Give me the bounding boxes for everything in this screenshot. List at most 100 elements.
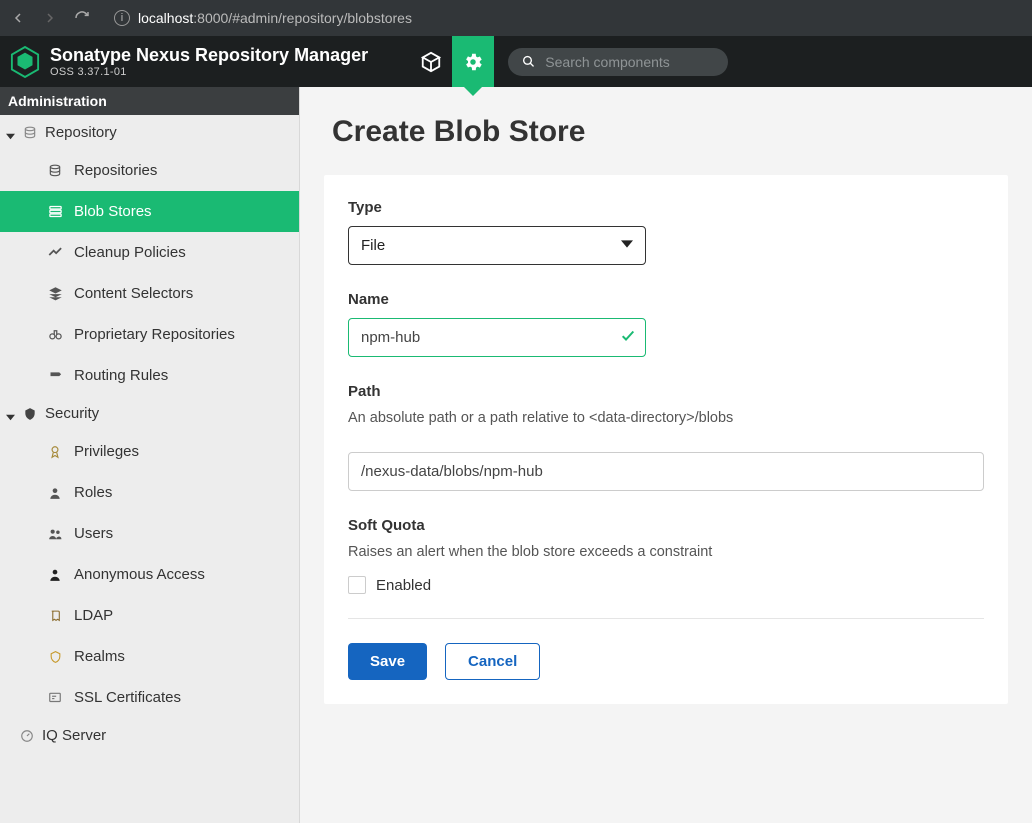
- search-box[interactable]: [508, 48, 728, 76]
- sidebar-item-label: Cleanup Policies: [74, 244, 186, 261]
- server-icon: [46, 204, 64, 219]
- sidebar-item-label: Realms: [74, 648, 125, 665]
- search-input[interactable]: [545, 54, 714, 70]
- search-icon: [522, 54, 535, 69]
- app-version: OSS 3.37.1-01: [50, 66, 368, 79]
- form-card: Type File Name: [324, 175, 1008, 704]
- sidebar-item-users[interactable]: Users: [0, 513, 299, 554]
- browser-reload-button[interactable]: [74, 10, 90, 26]
- field-label: Name: [348, 291, 984, 308]
- browser-nav-group: [10, 10, 90, 26]
- select-value: File: [361, 237, 385, 254]
- sidebar-item-blob-stores[interactable]: Blob Stores: [0, 191, 299, 232]
- sidebar-item-anonymous-access[interactable]: Anonymous Access: [0, 554, 299, 595]
- database-icon: [23, 126, 37, 140]
- person-icon: [46, 568, 64, 582]
- type-select[interactable]: File: [348, 226, 646, 265]
- database-icon: [46, 164, 64, 178]
- sidebar-group-repository: Repository Repositories Blob Stores Clea…: [0, 115, 299, 396]
- brush-icon: [46, 245, 64, 260]
- cancel-button[interactable]: Cancel: [445, 643, 540, 680]
- sidebar-item-label: LDAP: [74, 607, 113, 624]
- dashboard-icon: [20, 729, 34, 743]
- caret-down-icon: [6, 409, 15, 418]
- sidebar-item-label: Roles: [74, 484, 112, 501]
- sidebar-item-proprietary-repositories[interactable]: Proprietary Repositories: [0, 314, 299, 355]
- sidebar-item-ldap[interactable]: LDAP: [0, 595, 299, 636]
- sidebar-item-label: Blob Stores: [74, 203, 152, 220]
- url-text: localhost:8000/#admin/repository/blobsto…: [138, 10, 412, 26]
- sidebar-item-repositories[interactable]: Repositories: [0, 150, 299, 191]
- people-icon: [46, 527, 64, 541]
- layers-icon: [46, 286, 64, 301]
- enabled-checkbox[interactable]: [348, 576, 366, 594]
- caret-down-icon: [6, 128, 15, 137]
- field-hint: Raises an alert when the blob store exce…: [348, 544, 984, 560]
- field-type: Type File: [348, 199, 984, 265]
- field-label: Type: [348, 199, 984, 216]
- sidebar-group-label: Repository: [45, 124, 117, 141]
- shield-outline-icon: [46, 650, 64, 664]
- site-info-icon[interactable]: i: [114, 10, 130, 26]
- sidebar-group-header-iq-server[interactable]: IQ Server: [0, 718, 299, 753]
- sidebar-group-iq-server: IQ Server: [0, 718, 299, 753]
- browser-chrome: i localhost:8000/#admin/repository/blobs…: [0, 0, 1032, 36]
- sidebar-item-label: SSL Certificates: [74, 689, 181, 706]
- admin-mode-button[interactable]: [452, 36, 494, 87]
- sidebar-group-header-security[interactable]: Security: [0, 396, 299, 431]
- sidebar-item-label: Repositories: [74, 162, 157, 179]
- sidebar-item-content-selectors[interactable]: Content Selectors: [0, 273, 299, 314]
- browse-mode-button[interactable]: [410, 36, 452, 87]
- field-soft-quota: Soft Quota Raises an alert when the blob…: [348, 517, 984, 594]
- url-rest: :8000/#admin/repository/blobstores: [193, 10, 412, 26]
- sidebar-item-routing-rules[interactable]: Routing Rules: [0, 355, 299, 396]
- name-input[interactable]: [348, 318, 646, 357]
- main-content: Create Blob Store Type File Name: [300, 87, 1032, 823]
- sidebar-group-header-repository[interactable]: Repository: [0, 115, 299, 150]
- browser-forward-button[interactable]: [42, 10, 58, 26]
- app-title-block: Sonatype Nexus Repository Manager OSS 3.…: [50, 45, 368, 78]
- address-bar[interactable]: i localhost:8000/#admin/repository/blobs…: [114, 10, 412, 26]
- browser-back-button[interactable]: [10, 10, 26, 26]
- name-input-wrap: [348, 318, 646, 357]
- sidebar-group-label: IQ Server: [42, 727, 106, 744]
- sonatype-logo: [10, 45, 40, 79]
- field-path: Path An absolute path or a path relative…: [348, 383, 984, 491]
- ribbon-icon: [46, 445, 64, 459]
- sidebar-item-ssl-certificates[interactable]: SSL Certificates: [0, 677, 299, 718]
- checkbox-label: Enabled: [376, 577, 431, 594]
- sidebar-item-label: Content Selectors: [74, 285, 193, 302]
- button-row: Save Cancel: [348, 643, 984, 680]
- sidebar-item-label: Proprietary Repositories: [74, 326, 235, 343]
- sidebar-item-label: Anonymous Access: [74, 566, 205, 583]
- field-name: Name: [348, 291, 984, 357]
- divider: [348, 618, 984, 619]
- soft-quota-enabled-row[interactable]: Enabled: [348, 576, 984, 594]
- sidebar-item-cleanup-policies[interactable]: Cleanup Policies: [0, 232, 299, 273]
- sidebar-item-realms[interactable]: Realms: [0, 636, 299, 677]
- path-input[interactable]: [348, 452, 984, 491]
- book-icon: [46, 609, 64, 623]
- app-title: Sonatype Nexus Repository Manager: [50, 45, 368, 66]
- app-header: Sonatype Nexus Repository Manager OSS 3.…: [0, 36, 1032, 87]
- certificate-icon: [46, 691, 64, 705]
- sidebar: Administration Repository Repositories: [0, 87, 300, 823]
- field-hint: An absolute path or a path relative to <…: [348, 410, 984, 426]
- sidebar-group-security: Security Privileges Roles Users Anonymo: [0, 396, 299, 718]
- sidebar-group-label: Security: [45, 405, 99, 422]
- signpost-icon: [46, 368, 64, 383]
- page-title: Create Blob Store: [300, 87, 1032, 175]
- shield-icon: [23, 407, 37, 421]
- binoculars-icon: [46, 327, 64, 342]
- header-icon-group: [410, 36, 494, 87]
- checkmark-icon: [620, 327, 636, 348]
- sidebar-item-label: Users: [74, 525, 113, 542]
- sidebar-item-roles[interactable]: Roles: [0, 472, 299, 513]
- sidebar-item-label: Routing Rules: [74, 367, 168, 384]
- field-label: Path: [348, 383, 984, 400]
- field-label: Soft Quota: [348, 517, 984, 534]
- save-button[interactable]: Save: [348, 643, 427, 680]
- person-badge-icon: [46, 486, 64, 500]
- sidebar-title: Administration: [0, 87, 300, 115]
- sidebar-item-privileges[interactable]: Privileges: [0, 431, 299, 472]
